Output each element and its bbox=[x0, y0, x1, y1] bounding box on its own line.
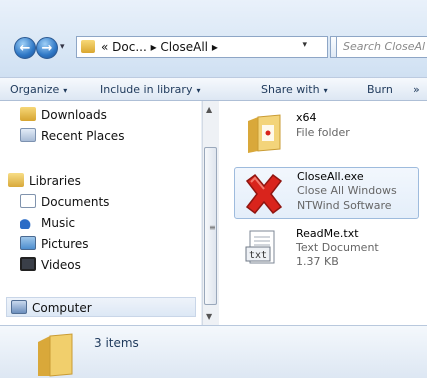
search-input[interactable]: Search CloseAl bbox=[336, 36, 427, 58]
nav-label: Documents bbox=[41, 195, 110, 209]
scrollbar-thumb[interactable]: ≡ bbox=[204, 147, 217, 305]
recent-places-icon bbox=[20, 128, 36, 142]
file-name: ReadMe.txt bbox=[296, 227, 359, 240]
navigation-pane: Downloads Recent Places Libraries Docume… bbox=[0, 101, 201, 325]
nav-item-downloads[interactable]: Downloads bbox=[20, 107, 107, 122]
chevron-down-icon: ▾ bbox=[323, 86, 328, 95]
pictures-icon bbox=[20, 236, 36, 250]
nav-label: Downloads bbox=[41, 108, 107, 122]
libraries-icon bbox=[8, 173, 24, 187]
closeall-app-icon bbox=[245, 173, 283, 215]
organize-button[interactable]: Organize ▾ bbox=[10, 83, 67, 96]
burn-button[interactable]: Burn bbox=[367, 83, 393, 96]
breadcrumb[interactable]: « Doc... ▸ CloseAll ▸ bbox=[101, 40, 218, 54]
folder-icon bbox=[81, 40, 95, 53]
scroll-down-icon[interactable]: ▼ bbox=[206, 312, 212, 321]
address-bar[interactable]: « Doc... ▸ CloseAll ▸ ▾ bbox=[76, 36, 328, 58]
command-bar: Organize ▾ Include in library ▾ Share with… bbox=[0, 77, 427, 101]
list-item-x64[interactable]: x64 File folder bbox=[234, 109, 419, 157]
nav-label: Libraries bbox=[29, 174, 81, 188]
computer-row-content: Computer bbox=[11, 300, 92, 315]
nav-label: Pictures bbox=[41, 237, 89, 251]
computer-icon bbox=[11, 300, 27, 314]
music-icon bbox=[20, 215, 36, 229]
file-type: Text Document bbox=[296, 241, 379, 254]
back-button[interactable]: ← bbox=[14, 37, 36, 59]
documents-icon bbox=[20, 194, 36, 208]
recent-pages-dropdown[interactable]: ▾ bbox=[60, 42, 65, 52]
nav-item-libraries[interactable]: Libraries bbox=[8, 173, 81, 188]
file-list: x64 File folder CloseAll.exe Close All W… bbox=[219, 101, 427, 325]
file-name: x64 bbox=[296, 111, 317, 124]
nav-item-documents[interactable]: Documents bbox=[20, 194, 109, 209]
downloads-icon bbox=[20, 107, 36, 121]
address-dropdown-icon[interactable]: ▾ bbox=[302, 40, 307, 50]
explorer-window: ← → ▾ « Doc... ▸ CloseAll ▸ ▾ ⟳ Search C… bbox=[0, 0, 427, 378]
nav-item-music[interactable]: Music bbox=[20, 215, 75, 230]
nav-label: Recent Places bbox=[41, 129, 125, 143]
file-name: CloseAll.exe bbox=[297, 170, 364, 183]
file-type: File folder bbox=[296, 126, 350, 139]
svg-text:txt: txt bbox=[249, 250, 267, 261]
nav-item-recent-places[interactable]: Recent Places bbox=[20, 128, 124, 143]
file-company: NTWind Software bbox=[297, 199, 392, 212]
file-description: Close All Windows bbox=[297, 184, 397, 197]
nav-label: Computer bbox=[32, 301, 92, 315]
include-in-library-button[interactable]: Include in library ▾ bbox=[100, 83, 200, 96]
details-pane: 3 items bbox=[0, 325, 427, 378]
chevron-down-icon: ▾ bbox=[63, 86, 68, 95]
scroll-up-icon[interactable]: ▲ bbox=[206, 105, 212, 114]
file-size: 1.37 KB bbox=[296, 255, 339, 268]
share-label: Share with bbox=[261, 83, 320, 96]
chevron-down-icon: ▾ bbox=[196, 86, 201, 95]
text-file-icon: txt bbox=[245, 230, 275, 264]
share-with-button[interactable]: Share with ▾ bbox=[261, 83, 328, 96]
include-label: Include in library bbox=[100, 83, 193, 96]
videos-icon bbox=[20, 257, 36, 271]
nav-label: Music bbox=[41, 216, 76, 230]
item-count: 3 items bbox=[94, 336, 139, 350]
forward-button[interactable]: → bbox=[36, 37, 58, 59]
nav-item-videos[interactable]: Videos bbox=[20, 257, 81, 272]
list-item-closeall-exe[interactable]: CloseAll.exe Close All Windows NTWind So… bbox=[234, 167, 419, 219]
nav-scrollbar[interactable]: ▲ ≡ ▼ bbox=[202, 101, 219, 325]
nav-item-pictures[interactable]: Pictures bbox=[20, 236, 89, 251]
list-item-readme-txt[interactable]: txt ReadMe.txt Text Document 1.37 KB bbox=[234, 225, 419, 273]
title-area: ← → ▾ « Doc... ▸ CloseAll ▸ ▾ ⟳ Search C… bbox=[0, 0, 427, 78]
grip-icon: ≡ bbox=[209, 223, 216, 232]
more-commands-button[interactable]: » bbox=[413, 83, 420, 96]
organize-label: Organize bbox=[10, 83, 60, 96]
nav-item-computer[interactable]: Computer bbox=[6, 297, 196, 317]
nav-label: Videos bbox=[41, 258, 81, 272]
folder-icon bbox=[38, 333, 73, 377]
folder-icon bbox=[248, 114, 281, 153]
